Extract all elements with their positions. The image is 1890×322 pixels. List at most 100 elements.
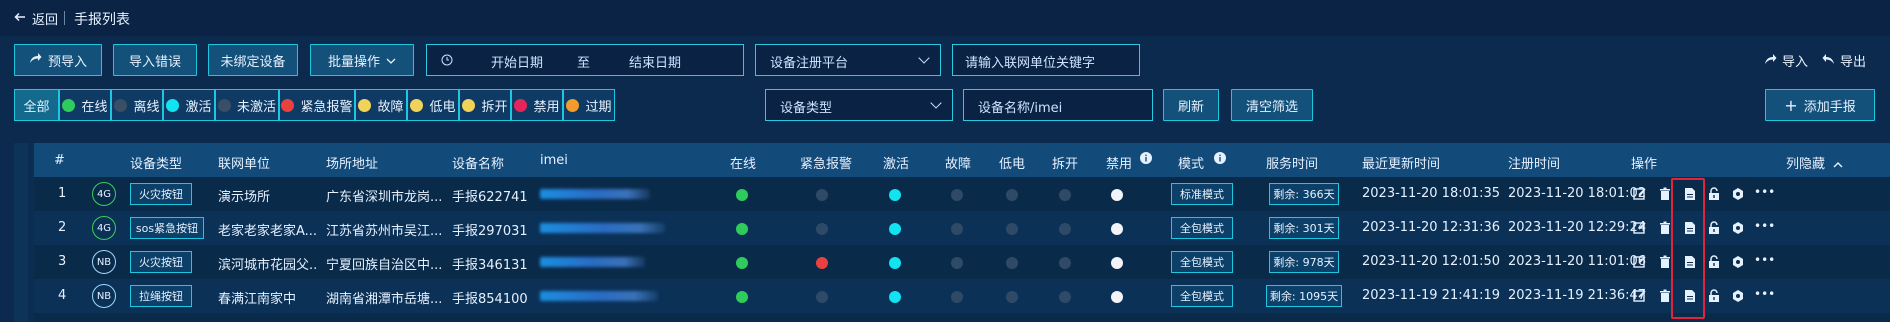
trash-icon[interactable] [1658,255,1672,269]
unit-keyword-input[interactable]: 请输入联网单位关键字 [952,44,1140,76]
filter-all[interactable]: 全部 [14,89,59,121]
plus-icon: + [1784,95,1798,115]
disabled-status-dot [1111,223,1123,235]
unit-cell: 春满江南家中 [218,292,297,307]
mode-tag: 全包模式 [1171,285,1233,307]
import-errors-label: 导入错误 [128,54,181,70]
filter-expired[interactable]: 过期 [563,89,615,121]
dismantle-status-dot [1059,291,1071,303]
filter-dismantle[interactable]: 拆开 [459,89,511,121]
yellow-dot-icon [358,98,372,112]
device-type-select[interactable]: 设备类型 [765,89,953,121]
disabled-status-dot [1111,291,1123,303]
register-time-cell: 2023-11-20 18:01:02 [1508,186,1647,201]
more-icon[interactable]: ••• [1754,185,1775,199]
activated-status-dot [889,291,901,303]
service-time-tag: 剩余: 366天 [1269,183,1339,205]
reply-icon [1822,53,1835,69]
network-badge: 4G [92,216,116,240]
add-device-button[interactable]: + 添加手报 [1765,89,1875,121]
network-badge: NB [92,250,116,274]
filter-fault[interactable]: 故障 [355,89,407,121]
clear-filters-button[interactable]: 清空筛选 [1231,89,1313,121]
settings-icon[interactable] [1731,187,1745,201]
unlock-icon[interactable] [1707,221,1721,235]
device-table: # 设备类型 联网单位 场所地址 设备名称 imei 在线 紧急报警 激活 故障… [14,143,1890,322]
import-errors-button[interactable]: 导入错误 [113,44,197,76]
header-register-time: 注册时间 [1508,157,1561,172]
emergency-status-dot [816,189,828,201]
trash-icon[interactable] [1658,187,1672,201]
filter-offline[interactable]: 离线 [111,89,163,121]
export-link[interactable]: 导出 [1822,51,1866,70]
edit-icon[interactable] [1633,221,1647,235]
table-row: 4 NB 拉绳按钮 春满江南家中 湖南省湘潭市岳塘... 手报854100 全包… [34,279,1890,313]
settings-icon[interactable] [1731,289,1745,303]
highlight-box [1671,178,1705,319]
header-unit: 联网单位 [218,157,271,172]
import-label: 导入 [1782,55,1809,70]
imei-redacted [540,257,645,267]
address-cell: 广东省深圳市龙岗... [326,190,443,205]
edit-icon[interactable] [1633,289,1647,303]
last-update-cell: 2023-11-20 18:01:35 [1362,186,1501,201]
imei-redacted [540,189,650,199]
chevron-down-icon [386,53,396,68]
column-hide-toggle[interactable]: 列隐藏 [1786,153,1843,172]
header-dismantle: 拆开 [1052,157,1079,172]
unlock-icon[interactable] [1707,289,1721,303]
unlock-icon[interactable] [1707,187,1721,201]
filter-emergency[interactable]: 紧急报警 [279,89,355,121]
activated-status-dot [889,189,901,201]
fault-status-dot [951,189,963,201]
info-icon[interactable] [1214,152,1226,168]
back-button[interactable]: 返回 [14,9,58,28]
device-type-tag: 火灾按钮 [130,183,192,205]
more-icon[interactable]: ••• [1754,287,1775,301]
filter-disabled[interactable]: 禁用 [511,89,563,121]
low-power-status-dot [1006,189,1018,201]
filter-inactive[interactable]: 未激活 [215,89,279,121]
trash-icon[interactable] [1658,221,1672,235]
header-address: 场所地址 [326,157,379,172]
settings-icon[interactable] [1731,255,1745,269]
end-date-input[interactable]: 结束日期 [629,52,681,71]
more-icon[interactable]: ••• [1754,253,1775,267]
row-index: 4 [58,288,67,303]
date-range-picker[interactable]: 开始日期 至 结束日期 [426,44,744,76]
network-badge: NB [92,284,116,308]
online-status-dot [736,291,748,303]
emergency-status-dot [816,223,828,235]
edit-icon[interactable] [1633,187,1647,201]
register-time-cell: 2023-11-20 11:01:06 [1508,254,1647,269]
unlock-icon[interactable] [1707,255,1721,269]
unit-cell: 滨河城市花园父... [218,258,318,273]
emergency-status-dot [816,291,828,303]
filter-activated[interactable]: 激活 [163,89,215,121]
edit-icon[interactable] [1633,255,1647,269]
import-link[interactable]: 导入 [1764,51,1808,70]
more-icon[interactable]: ••• [1754,219,1775,233]
filter-online[interactable]: 在线 [59,89,111,121]
start-date-input[interactable]: 开始日期 [491,52,543,71]
refresh-button[interactable]: 刷新 [1163,89,1219,121]
header-mode: 模式 [1178,157,1205,172]
settings-icon[interactable] [1731,221,1745,235]
device-type-tag: sos紧急按钮 [130,217,204,239]
unbound-devices-button[interactable]: 未绑定设备 [208,44,298,76]
header-last-update: 最近更新时间 [1362,157,1441,172]
mode-tag: 全包模式 [1171,217,1233,239]
info-icon[interactable] [1140,152,1152,168]
platform-select[interactable]: 设备注册平台 [755,44,941,76]
pre-import-button[interactable]: 预导入 [14,44,102,76]
batch-ops-button[interactable]: 批量操作 [310,44,414,76]
filter-activated-label: 激活 [185,99,212,115]
trash-icon[interactable] [1658,289,1672,303]
address-cell: 江苏省苏州市吴江... [326,224,443,239]
arrow-left-icon [14,11,26,27]
name-imei-input[interactable]: 设备名称/imei [963,89,1153,121]
filter-inactive-label: 未激活 [236,99,276,115]
table-scrollbar[interactable] [14,143,28,322]
activated-status-dot [889,257,901,269]
filter-low-power[interactable]: 低电 [407,89,459,121]
